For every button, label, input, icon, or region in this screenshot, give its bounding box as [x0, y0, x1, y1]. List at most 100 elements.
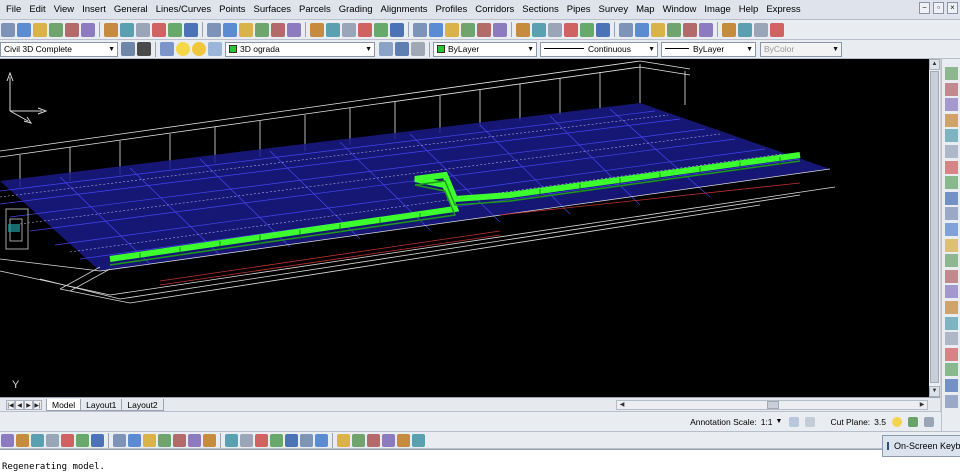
profile-icon[interactable] [580, 22, 594, 37]
rotate-icon[interactable] [945, 160, 958, 174]
calculator-icon[interactable] [374, 22, 388, 37]
cut-plane-value[interactable]: 3.5 [874, 417, 886, 427]
help-icon[interactable] [390, 22, 404, 37]
annotation-visibility-icon[interactable] [789, 416, 800, 427]
layer-states-icon[interactable] [411, 42, 425, 56]
menu-profiles[interactable]: Profiles [432, 0, 472, 20]
plotstyle-dropdown[interactable]: ByColor ▼ [760, 41, 842, 57]
print-icon[interactable] [65, 22, 79, 37]
menu-pipes[interactable]: Pipes [563, 0, 595, 20]
zoom-previous-icon[interactable] [271, 22, 285, 37]
extend-icon[interactable] [945, 223, 958, 236]
make-current-layer-icon[interactable] [379, 42, 393, 56]
line-icon[interactable] [413, 22, 427, 37]
tab-layout2[interactable]: Layout2 [121, 398, 164, 411]
app-icon[interactable] [1, 22, 15, 37]
auto-scale-icon[interactable] [805, 416, 816, 427]
stretch-icon[interactable] [945, 191, 958, 205]
explode-icon[interactable] [945, 301, 958, 314]
menu-express[interactable]: Express [762, 0, 804, 20]
scroll-right-icon[interactable]: ▶ [917, 401, 927, 409]
walk-icon[interactable] [367, 433, 380, 447]
clean-screen-icon[interactable] [924, 416, 934, 427]
redo-icon[interactable] [207, 22, 221, 37]
tool-palettes-icon[interactable] [326, 22, 340, 37]
first-tab-icon[interactable]: |◀ [6, 399, 15, 410]
cylinder-icon[interactable] [16, 433, 29, 447]
copy-object-icon[interactable] [945, 82, 958, 96]
chevron-down-icon[interactable]: ▼ [776, 418, 783, 425]
horizontal-scroll-thumb[interactable] [767, 401, 779, 409]
intersect-icon[interactable] [225, 433, 238, 447]
tray-settings-icon[interactable] [908, 416, 918, 427]
pipe-icon[interactable] [635, 22, 649, 37]
feature-line-icon[interactable] [667, 22, 681, 37]
camera-icon[interactable] [337, 433, 350, 447]
sheet-set-icon[interactable] [342, 22, 356, 37]
next-tab-icon[interactable]: ▶ [24, 399, 33, 410]
last-tab-icon[interactable]: ▶| [33, 399, 42, 410]
layer-dropdown[interactable]: 3D ograda ▼ [225, 41, 375, 57]
menu-sections[interactable]: Sections [518, 0, 562, 20]
mirror-icon[interactable] [945, 98, 958, 112]
union-icon[interactable] [188, 433, 201, 447]
layer-previous-icon[interactable] [395, 42, 409, 56]
zoom-realtime-icon[interactable] [239, 22, 253, 37]
polyline-icon[interactable] [429, 22, 443, 37]
tab-layout1[interactable]: Layout1 [80, 398, 123, 411]
hatch-icon[interactable] [477, 22, 491, 37]
slice-icon[interactable] [240, 433, 253, 447]
command-line[interactable]: Regenerating model. [0, 449, 960, 476]
layer-freeze-icon[interactable] [192, 42, 206, 56]
cone-icon[interactable] [31, 433, 44, 447]
workspace-settings-icon[interactable] [121, 42, 135, 56]
paste-icon[interactable] [152, 22, 166, 37]
zoom-window-icon[interactable] [255, 22, 269, 37]
undo-icon[interactable] [184, 22, 198, 37]
assembly-icon[interactable] [619, 22, 633, 37]
menu-map[interactable]: Map [632, 0, 658, 20]
menu-help[interactable]: Help [735, 0, 763, 20]
sphere-solid-icon[interactable] [46, 433, 59, 447]
divide-icon[interactable] [945, 394, 958, 408]
sweep-icon[interactable] [158, 433, 171, 447]
lock-ui-icon[interactable] [137, 42, 151, 56]
loft-icon[interactable] [173, 433, 186, 447]
menu-surfaces[interactable]: Surfaces [250, 0, 296, 20]
lightbulb-icon[interactable] [892, 416, 902, 427]
menu-parcels[interactable]: Parcels [295, 0, 335, 20]
linetype-dropdown[interactable]: Continuous ▼ [540, 41, 658, 57]
trim-icon[interactable] [945, 207, 958, 221]
light-icon[interactable] [315, 433, 328, 447]
wedge-solid-icon[interactable] [76, 433, 89, 447]
menu-points[interactable]: Points [215, 0, 249, 20]
on-screen-keyboard-taskbar-button[interactable]: On-Screen Keyboard [882, 435, 960, 457]
menu-view[interactable]: View [50, 0, 78, 20]
alignment-icon[interactable] [564, 22, 578, 37]
tab-model[interactable]: Model [46, 398, 82, 411]
menu-image[interactable]: Image [700, 0, 734, 20]
layer-on-icon[interactable] [176, 42, 190, 56]
plot-preview-icon[interactable] [81, 22, 95, 37]
arc-icon[interactable] [445, 22, 459, 37]
measure-icon[interactable] [945, 379, 958, 392]
menu-survey[interactable]: Survey [595, 0, 633, 20]
scroll-down-icon[interactable]: ▼ [929, 386, 940, 397]
id-icon[interactable] [945, 363, 958, 377]
match-properties-icon[interactable] [168, 22, 182, 37]
render-icon[interactable] [754, 22, 768, 37]
vertical-scrollbar[interactable]: ▲ ▼ [929, 59, 940, 397]
revcloud-icon[interactable] [532, 22, 546, 37]
open-icon[interactable] [33, 22, 47, 37]
prev-tab-icon[interactable]: ◀ [15, 399, 24, 410]
properties-icon[interactable] [287, 22, 301, 37]
workspace-dropdown[interactable]: Civil 3D Complete ▼ [0, 41, 118, 57]
cut-icon[interactable] [120, 22, 134, 37]
array-icon[interactable] [945, 129, 958, 143]
menu-file[interactable]: File [0, 0, 25, 20]
erase-icon[interactable] [945, 67, 958, 80]
lineweight-dropdown[interactable]: ByLayer ▼ [661, 41, 756, 57]
3d-move-icon[interactable] [255, 433, 268, 447]
visual-style-icon[interactable] [352, 433, 365, 447]
menu-lines-curves[interactable]: Lines/Curves [152, 0, 215, 20]
